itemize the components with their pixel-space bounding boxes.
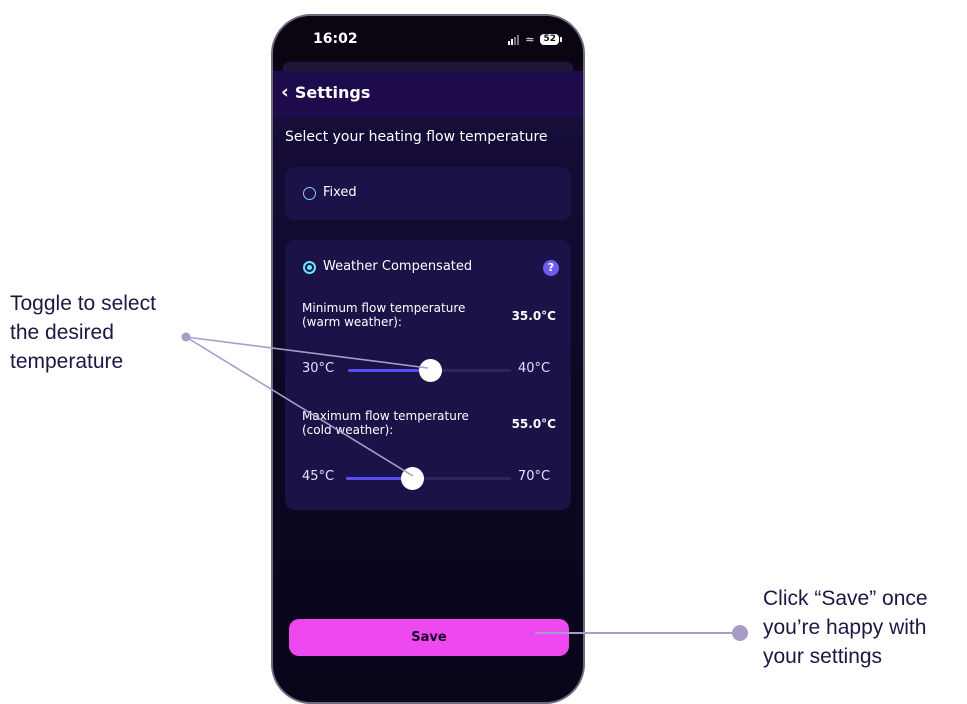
save-pointer-dot (732, 625, 748, 641)
min-flow-slider[interactable] (348, 359, 511, 382)
radio-fixed[interactable] (303, 187, 316, 200)
save-button[interactable]: Save (289, 619, 569, 656)
save-callout: Click “Save” once you’re happy with your… (763, 584, 928, 671)
max-flow-slider[interactable] (346, 467, 511, 490)
max-flow-slider-thumb[interactable] (401, 467, 424, 490)
min-flow-value: 35.0°C (511, 309, 556, 323)
min-flow-label-line2: (warm weather): (302, 315, 402, 329)
toggle-callout-line3: temperature (10, 350, 124, 373)
min-flow-slider-fill (348, 369, 430, 372)
back-button[interactable]: ‹ Settings (281, 81, 371, 103)
settings-content: Select your heating flow temperature Fix… (273, 117, 583, 702)
chevron-left-icon: ‹ (281, 81, 289, 103)
toggle-callout: Toggle to select the desired temperature (10, 289, 156, 376)
back-label: Settings (294, 83, 371, 102)
max-flow-range-max: 70°C (518, 469, 551, 484)
status-icons: ≈ 52 (508, 33, 562, 46)
status-time: 16:02 (313, 31, 358, 47)
save-callout-line2: you’re happy with (763, 616, 927, 639)
min-flow-slider-thumb[interactable] (418, 359, 442, 382)
phone-frame: 16:02 ≈ 52 ‹ Settings Select your heatin… (271, 14, 585, 704)
option-fixed-label: Fixed (323, 185, 357, 200)
option-weather-label: Weather Compensated (323, 259, 473, 274)
signal-icon (508, 34, 520, 45)
help-icon[interactable]: ? (543, 260, 559, 276)
max-flow-value: 55.0°C (511, 417, 556, 431)
toggle-pointer-dot (181, 332, 191, 342)
max-flow-label-line2: (cold weather): (302, 423, 394, 437)
option-weather-compensated[interactable]: Weather Compensated ? Minimum flow tempe… (285, 240, 571, 510)
radio-weather-compensated[interactable] (303, 261, 316, 274)
max-flow-label: Maximum flow temperature (cold weather): (302, 409, 502, 437)
min-flow-range-max: 40°C (518, 361, 551, 376)
page-heading: Select your heating flow temperature (285, 129, 548, 145)
toggle-callout-line2: the desired (10, 321, 114, 344)
save-callout-line3: your settings (763, 645, 883, 668)
battery-icon: 52 (540, 34, 562, 45)
app-header: ‹ Settings (273, 71, 583, 117)
max-flow-label-line1: Maximum flow temperature (302, 409, 469, 423)
min-flow-label: Minimum flow temperature (warm weather): (302, 301, 502, 329)
min-flow-label-line1: Minimum flow temperature (302, 301, 466, 315)
max-flow-range-min: 45°C (302, 469, 335, 484)
save-callout-line1: Click “Save” once (763, 587, 928, 610)
option-fixed[interactable]: Fixed (285, 167, 571, 220)
wifi-icon: ≈ (525, 33, 535, 46)
min-flow-range-min: 30°C (302, 361, 335, 376)
toggle-callout-line1: Toggle to select (10, 292, 156, 315)
